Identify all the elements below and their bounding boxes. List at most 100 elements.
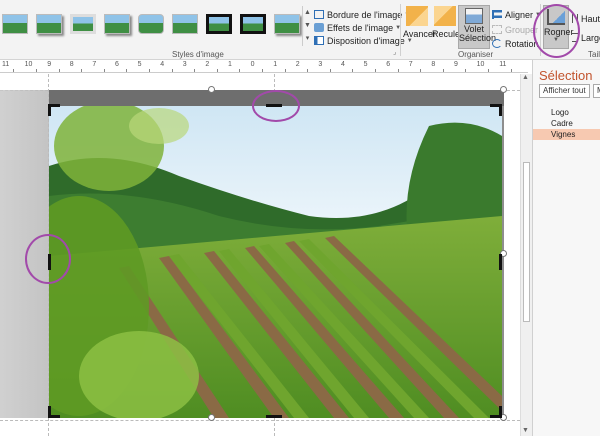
ribbon: ▲ ▼ ▾ Styles d'image Bordure de l'image▼… [0,0,600,60]
picture-style-thumb[interactable] [274,14,300,34]
scroll-up-icon[interactable]: ▲ [522,74,529,81]
ruler-label: 3 [182,61,187,68]
crop-handle-top-left[interactable] [48,104,51,116]
ruler-tick [284,69,286,72]
align-button[interactable]: Aligner ▼ [492,8,541,21]
selection-pane-icon [465,8,483,24]
ruler-label: 11 [2,61,10,68]
ruler-tick [420,69,422,72]
ruler-label: 5 [137,61,142,68]
ruler-label: 2 [295,61,300,68]
crop-handle-right[interactable] [499,254,502,270]
dialog-launcher-icon[interactable]: ⌟ [393,48,396,56]
crop-handle-top-right[interactable] [499,104,502,116]
picture-style-thumb[interactable] [2,14,28,34]
ruler-tick [216,69,218,72]
selection-pane-title: Sélection [539,68,593,83]
ruler-label: 7 [408,61,413,68]
callout-circle [252,90,300,122]
arrange-group-label: Organiser [458,50,494,59]
bring-forward-icon [406,6,428,26]
picture-styles-gallery: ▲ ▼ ▾ [0,6,312,46]
ruler-label: 4 [341,61,345,68]
resize-handle[interactable] [208,414,215,421]
ruler-label: 8 [69,61,74,68]
picture-style-thumb[interactable] [138,14,164,34]
ruler-tick [58,69,60,72]
vertical-scrollbar[interactable]: ▲ ▼ [520,74,532,436]
show-all-button[interactable]: Afficher tout [539,84,590,98]
hide-all-button[interactable]: M [593,84,600,98]
size-group-label: Tail [588,50,600,59]
ruler-label: 9 [47,61,52,68]
gallery-more-icon[interactable]: ▾ [303,32,312,45]
picture-layout-icon [314,36,324,45]
bring-forward-button[interactable]: Avancer [403,6,436,39]
ruler-label: 0 [250,61,255,68]
crop-handle-bottom-left[interactable] [48,406,51,418]
ruler-tick [13,69,15,72]
rotate-icon [492,39,502,48]
picture-effects-button[interactable]: Effets de l'image ▼ [314,21,401,34]
vineyard-picture[interactable] [49,106,502,418]
ruler-label: 7 [92,61,97,68]
resize-handle[interactable] [500,86,507,93]
picture-border-button[interactable]: Bordure de l'image▼ [314,8,410,21]
picture-style-thumb[interactable] [104,14,130,34]
ruler-tick [194,69,196,72]
resize-handle[interactable] [208,86,215,93]
ruler-tick [307,69,309,72]
selection-item-vignes[interactable]: Vignes [533,129,600,140]
guide-line [0,420,520,421]
picture-border-icon [314,10,324,19]
ruler-tick [171,69,173,72]
crop-handle-bottom-right[interactable] [499,406,502,418]
align-icon [492,10,502,19]
callout-circle [533,4,580,58]
horizontal-ruler[interactable]: 11 10 9 8 7 6 5 4 3 2 1 0 1 2 3 4 5 6 7 8 9 10 11 [0,60,528,73]
group-objects-button[interactable]: Grouper [492,23,538,36]
ruler-label: 8 [431,61,436,68]
selection-item-logo[interactable]: Logo [533,107,600,118]
ruler-label: 6 [115,61,119,68]
crop-handle-bottom[interactable] [266,415,282,418]
ruler-label: 10 [476,61,485,68]
picture-layout-button[interactable]: Disposition d'image ▼ [314,34,413,47]
gallery-scroll[interactable]: ▲ ▼ ▾ [302,6,312,46]
picture-styles-group-label: Styles d'image [172,50,224,59]
scroll-down-icon[interactable]: ▼ [522,427,529,434]
ruler-tick [261,69,263,72]
ruler-tick [442,69,444,72]
ruler-label: 2 [205,61,210,68]
selection-pane: Sélection Afficher tout M Logo Cadre Vig… [532,60,600,436]
selection-pane-button[interactable]: Volet Sélection [458,5,496,49]
slide-canvas[interactable] [0,74,520,436]
ruler-tick [103,69,105,72]
chevron-down-icon[interactable]: ▼ [303,19,312,32]
ruler-label: 10 [24,61,33,68]
chevron-up-icon[interactable]: ▲ [303,6,312,19]
picture-effects-icon [314,23,324,32]
picture-style-thumb[interactable] [240,14,266,34]
ruler-tick [329,69,331,72]
ruler-tick [35,69,37,72]
ruler-label: 3 [318,61,323,68]
send-backward-icon [434,6,456,26]
selection-item-cadre[interactable]: Cadre [533,118,600,129]
ruler-tick [126,69,128,72]
picture-style-thumb[interactable] [206,14,232,34]
picture-style-thumb[interactable] [70,14,96,34]
send-backward-button[interactable]: Reculer [432,6,463,39]
picture-style-thumb[interactable] [36,14,62,34]
rotate-button[interactable]: Rotation [492,37,539,50]
slide[interactable] [0,74,520,436]
ruler-tick [148,69,150,72]
ruler-tick [397,69,399,72]
picture-style-thumb[interactable] [172,14,198,34]
callout-circle [25,234,71,284]
ruler-tick [352,69,354,72]
ruler-tick [239,69,241,72]
ruler-tick [465,69,467,72]
ruler-label: 9 [454,61,458,68]
scrollbar-thumb[interactable] [523,162,530,322]
